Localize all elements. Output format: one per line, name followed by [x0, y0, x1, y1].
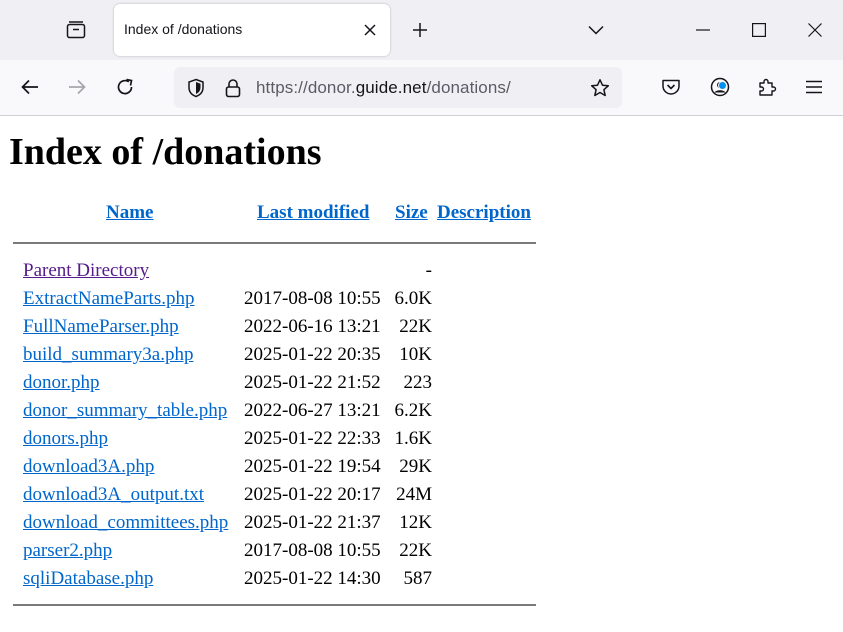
file-link[interactable]: build_summary3a.php [23, 344, 193, 366]
file-list: Parent Directory - ExtractNameParts.php … [13, 244, 536, 594]
row-size: 6.2K [394, 400, 432, 421]
chevron-down-icon [588, 25, 604, 35]
list-all-tabs-button[interactable] [578, 13, 614, 47]
close-tab-button[interactable] [356, 16, 384, 44]
url-text[interactable]: https://donor.guide.net/donations/ [256, 78, 511, 98]
row-size: 22K [399, 540, 432, 561]
menu-button[interactable] [797, 70, 831, 104]
minimize-icon [696, 29, 710, 31]
pocket-button[interactable] [654, 70, 688, 104]
directory-listing: Name Last modified Size Description Pare… [13, 202, 536, 606]
file-row: download3A.php 2025-01-22 19:54 29K [13, 454, 536, 482]
listing-header: Name Last modified Size Description [13, 202, 536, 242]
row-size: 22K [399, 316, 432, 337]
star-icon[interactable] [589, 77, 611, 99]
file-link[interactable]: donors.php [23, 428, 108, 450]
tab-list-icon [66, 21, 86, 39]
lock-icon[interactable] [222, 77, 244, 99]
back-arrow-icon [21, 79, 39, 95]
file-link[interactable]: donor.php [23, 372, 100, 394]
url-path: /donations/ [426, 78, 511, 97]
file-row: sqliDatabase.php 2025-01-22 14:30 587 [13, 566, 536, 594]
file-row: build_summary3a.php 2025-01-22 20:35 10K [13, 342, 536, 370]
tab-bar: Index of /donations [0, 0, 843, 60]
account-button[interactable] [703, 70, 737, 104]
maximize-button[interactable] [731, 0, 787, 60]
maximize-icon [752, 23, 766, 37]
hamburger-menu-icon [806, 80, 822, 94]
file-link[interactable]: donor_summary_table.php [23, 400, 227, 422]
navigation-toolbar: https://donor.guide.net/donations/ [0, 60, 843, 116]
reload-button[interactable] [108, 70, 142, 104]
file-link[interactable]: download_committees.php [23, 512, 228, 534]
file-row: download3A_output.txt 2025-01-22 20:17 2… [13, 482, 536, 510]
tab-active[interactable]: Index of /donations [114, 4, 390, 56]
row-size: 223 [403, 372, 433, 393]
parent-directory-row: Parent Directory - [13, 258, 536, 286]
minimize-button[interactable] [675, 0, 731, 60]
close-window-button[interactable] [787, 0, 843, 60]
extensions-button[interactable] [750, 70, 784, 104]
row-size: 29K [399, 456, 432, 477]
address-bar[interactable]: https://donor.guide.net/donations/ [174, 67, 622, 108]
sort-by-name-link[interactable]: Name [106, 202, 153, 224]
tab-title: Index of /donations [124, 21, 243, 37]
row-modified: 2017-08-08 10:55 [244, 288, 381, 309]
row-modified: 2025-01-22 14:30 [244, 568, 381, 589]
forward-arrow-icon [68, 79, 86, 95]
file-link[interactable]: ExtractNameParts.php [23, 288, 194, 310]
row-modified: 2025-01-22 21:52 [244, 372, 381, 393]
row-size: 12K [399, 512, 432, 533]
notification-dot [718, 81, 727, 90]
new-tab-button[interactable] [403, 13, 437, 47]
close-icon [364, 24, 376, 36]
tab-list-button[interactable] [58, 12, 94, 48]
file-link[interactable]: download3A_output.txt [23, 484, 204, 506]
file-row: parser2.php 2017-08-08 10:55 22K [13, 538, 536, 566]
row-modified: 2025-01-22 21:37 [244, 512, 381, 533]
row-size: - [425, 260, 432, 281]
row-modified: 2025-01-22 20:35 [244, 344, 381, 365]
account-icon [710, 77, 730, 97]
pocket-icon [661, 78, 681, 96]
row-size: 10K [399, 344, 432, 365]
parent-directory-link[interactable]: Parent Directory [23, 260, 149, 282]
row-size: 587 [403, 568, 433, 589]
file-link[interactable]: FullNameParser.php [23, 316, 179, 338]
page-title: Index of /donations [9, 131, 322, 173]
plus-icon [412, 22, 428, 38]
file-link[interactable]: sqliDatabase.php [23, 568, 153, 590]
row-size: 1.6K [394, 428, 432, 449]
row-size: 6.0K [394, 288, 432, 309]
close-window-icon [808, 23, 822, 37]
file-row: donor.php 2025-01-22 21:52 223 [13, 370, 536, 398]
reload-icon [116, 78, 134, 96]
row-modified: 2025-01-22 22:33 [244, 428, 381, 449]
sort-by-last-modified-link[interactable]: Last modified [257, 202, 369, 224]
row-modified: 2025-01-22 19:54 [244, 456, 381, 477]
row-size: 24M [396, 484, 432, 505]
shield-icon[interactable] [185, 77, 207, 99]
url-host: guide.net [355, 78, 427, 97]
back-button[interactable] [13, 70, 47, 104]
file-row: download_committees.php 2025-01-22 21:37… [13, 510, 536, 538]
row-modified: 2017-08-08 10:55 [244, 540, 381, 561]
footer-divider [13, 604, 536, 606]
row-modified: 2022-06-27 13:21 [244, 400, 381, 421]
page-content: Index of /donations Name Last modified S… [0, 116, 843, 632]
sort-by-description-link[interactable]: Description [437, 202, 531, 224]
row-modified: 2022-06-16 13:21 [244, 316, 381, 337]
file-link[interactable]: download3A.php [23, 456, 154, 478]
forward-button[interactable] [60, 70, 94, 104]
file-row: FullNameParser.php 2022-06-16 13:21 22K [13, 314, 536, 342]
puzzle-icon [757, 77, 777, 97]
file-row: donors.php 2025-01-22 22:33 1.6K [13, 426, 536, 454]
url-prefix: https://donor. [256, 78, 356, 97]
file-row: ExtractNameParts.php 2017-08-08 10:55 6.… [13, 286, 536, 314]
sort-by-size-link[interactable]: Size [395, 202, 428, 224]
row-modified: 2025-01-22 20:17 [244, 484, 381, 505]
file-row: donor_summary_table.php 2022-06-27 13:21… [13, 398, 536, 426]
file-link[interactable]: parser2.php [23, 540, 112, 562]
